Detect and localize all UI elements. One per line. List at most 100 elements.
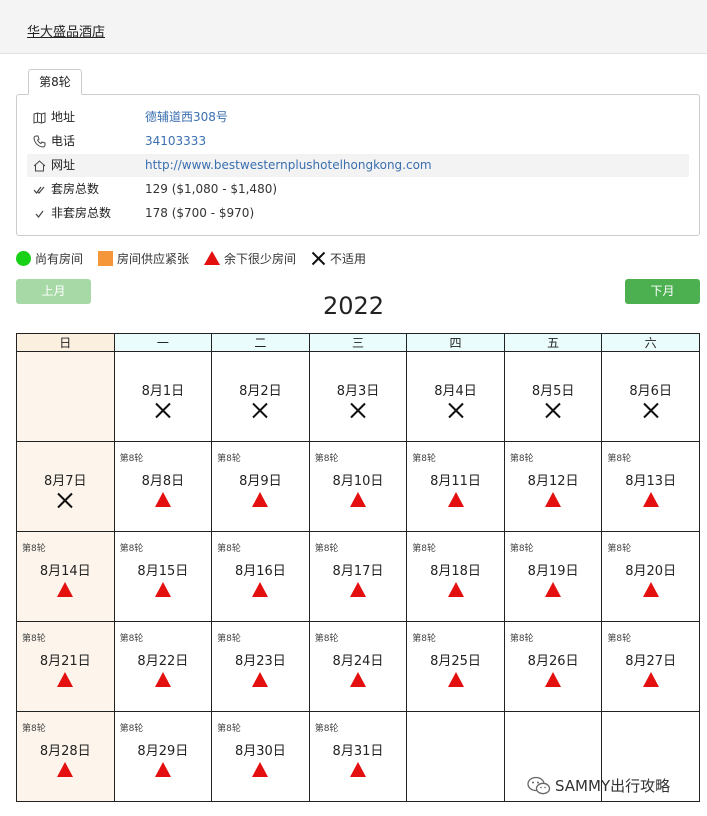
day-cell[interactable]: 第8轮 8月29日 — [113, 711, 213, 802]
round-tag: 第8轮 — [217, 724, 241, 734]
day-cell[interactable]: 8月7日 — [16, 441, 115, 532]
day-cell[interactable]: 8月5日 — [503, 351, 603, 442]
red-triangle-icon — [447, 492, 464, 507]
green-dot-icon — [16, 250, 31, 266]
round-tag: 第8轮 — [607, 454, 632, 464]
red-triangle-icon — [252, 582, 269, 597]
day-cell[interactable]: 第8轮 8月18日 — [406, 531, 505, 622]
round-tag: 第8轮 — [412, 634, 436, 644]
red-triangle-icon — [545, 492, 562, 507]
day-cell[interactable]: 第8轮 8月15日 — [113, 531, 213, 622]
map-icon — [32, 106, 46, 129]
round-tag: 第8轮 — [314, 454, 339, 464]
triangle-shape — [545, 672, 562, 687]
day-label: 8月31日 — [332, 744, 384, 759]
day-label: 8月22日 — [137, 654, 189, 669]
day-cell[interactable]: 第8轮 8月19日 — [503, 531, 603, 622]
watermark-text: SAMMY出行攻略 — [555, 777, 671, 795]
hotel-info-panel: 地址 德辅道西308号 电话 34103333 网址 http://www.be… — [16, 94, 700, 236]
triangle-shape — [349, 762, 366, 777]
triangle-shape — [349, 582, 366, 597]
day-label: 8月20日 — [625, 564, 677, 579]
day-cell[interactable]: 8月1日 — [113, 351, 213, 442]
day-cell[interactable]: 第8轮 8月25日 — [406, 621, 505, 712]
round-tag: 第8轮 — [607, 634, 632, 644]
round-tag: 第8轮 — [119, 634, 144, 644]
day-cell[interactable]: 第8轮 8月21日 — [16, 621, 115, 712]
day-cell[interactable]: 8月2日 — [211, 351, 310, 442]
day-cell[interactable]: 8月4日 — [406, 351, 505, 442]
legend-available: 尚有房间 — [16, 250, 83, 267]
day-label: 8月16日 — [234, 564, 286, 579]
website-link[interactable]: http://www.bestwesternplushotelhongkong.… — [145, 154, 432, 177]
red-triangle-icon — [642, 492, 659, 507]
day-cell[interactable]: 第8轮 8月27日 — [601, 621, 700, 712]
day-label: 8月6日 — [629, 384, 672, 399]
round-tag: 第8轮 — [314, 544, 339, 554]
red-triangle-icon — [204, 251, 221, 265]
address-link[interactable]: 德辅道西308号 — [145, 106, 228, 129]
weekday-header: 二 — [211, 333, 310, 352]
day-label: 8月12日 — [527, 474, 579, 489]
day-cell[interactable]: 第8轮 8月17日 — [308, 531, 408, 622]
day-cell[interactable]: 第8轮 8月31日 — [308, 711, 408, 802]
red-triangle-icon — [252, 492, 269, 507]
day-cell[interactable]: 第8轮 8月24日 — [308, 621, 408, 712]
day-cell[interactable]: 第8轮 8月13日 — [601, 441, 700, 532]
empty-day-cell — [16, 351, 115, 442]
non-suites-value: 178 ($700 - $970) — [145, 206, 255, 220]
day-label: 8月24日 — [332, 654, 384, 669]
info-label: 套房总数 — [51, 182, 100, 196]
cross-icon — [252, 402, 269, 419]
red-triangle-icon — [154, 492, 171, 507]
red-triangle-icon — [447, 672, 464, 687]
cross-icon — [447, 402, 464, 419]
triangle-shape — [154, 582, 171, 597]
day-cell[interactable]: 第8轮 8月16日 — [211, 531, 310, 622]
day-cell[interactable]: 第8轮 8月22日 — [113, 621, 213, 712]
round-tag: 第8轮 — [217, 634, 241, 644]
triangle-shape — [252, 492, 269, 507]
hotel-name-link[interactable]: 华大盛品酒店 — [27, 21, 105, 40]
round-tag: 第8轮 — [412, 544, 436, 554]
cross-icon — [154, 402, 171, 419]
round-tag: 第8轮 — [22, 544, 46, 554]
red-triangle-icon — [57, 582, 74, 597]
round-tag: 第8轮 — [217, 454, 241, 464]
day-cell[interactable]: 第8轮 8月20日 — [601, 531, 700, 622]
day-label: 8月13日 — [625, 474, 677, 489]
red-triangle-icon — [154, 582, 171, 597]
day-cell[interactable]: 第8轮 8月11日 — [406, 441, 505, 532]
info-row-address: 地址 德辅道西308号 — [27, 106, 689, 129]
day-cell[interactable]: 第8轮 8月8日 — [113, 441, 213, 532]
weekday-header: 六 — [601, 333, 700, 352]
phone-link[interactable]: 34103333 — [145, 130, 206, 153]
suites-value: 129 ($1,080 - $1,480) — [145, 182, 278, 196]
day-label: 8月17日 — [332, 564, 384, 579]
phone-icon — [32, 130, 46, 153]
triangle-shape — [154, 672, 171, 687]
home-icon — [32, 154, 46, 177]
day-cell[interactable]: 第8轮 8月10日 — [308, 441, 408, 532]
day-cell[interactable]: 第8轮 8月28日 — [16, 711, 115, 802]
info-label: 电话 — [51, 134, 76, 148]
legend-label: 房间供应紧张 — [117, 251, 190, 266]
info-row-website: 网址 http://www.bestwesternplushotelhongko… — [27, 154, 689, 177]
day-cell[interactable]: 第8轮 8月30日 — [211, 711, 310, 802]
tab-round-8[interactable]: 第8轮 — [28, 69, 82, 95]
day-label: 8月21日 — [39, 654, 91, 669]
weekday-header: 一 — [113, 333, 213, 352]
day-cell[interactable]: 8月6日 — [601, 351, 700, 442]
day-cell[interactable]: 第8轮 8月14日 — [16, 531, 115, 622]
triangle-shape — [154, 762, 171, 777]
legend-na: 不适用 — [311, 250, 366, 267]
day-cell[interactable]: 第8轮 8月23日 — [211, 621, 310, 712]
header-bar: 华大盛品酒店 — [0, 0, 707, 54]
day-cell[interactable]: 第8轮 8月26日 — [503, 621, 603, 712]
day-label: 8月7日 — [44, 474, 87, 489]
day-cell[interactable]: 8月3日 — [308, 351, 408, 442]
info-label: 地址 — [51, 110, 76, 124]
day-cell[interactable]: 第8轮 8月12日 — [503, 441, 603, 532]
red-triangle-icon — [349, 492, 366, 507]
day-cell[interactable]: 第8轮 8月9日 — [211, 441, 310, 532]
